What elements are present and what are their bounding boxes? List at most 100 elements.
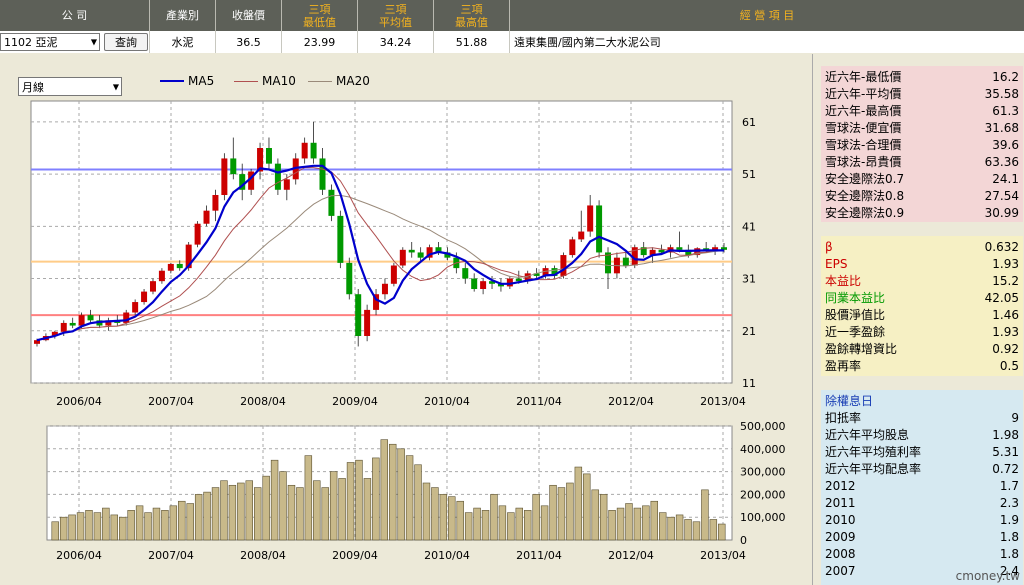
price-stat-value: 30.99 xyxy=(984,206,1019,220)
valuation-value: 0.92 xyxy=(992,342,1019,356)
price-stat-label: 近六年-最高價 xyxy=(825,104,902,118)
dividend-label: 近六年平均股息 xyxy=(825,428,910,442)
candle-body xyxy=(230,158,237,175)
valuation-row: EPS 1.93 xyxy=(825,256,1019,273)
valuation-box: β 0.632 EPS 1.93 本益比 15.2 同業本益比 42.05 股價淨值比 1.46 近… xyxy=(821,236,1023,376)
price-plot-area xyxy=(30,100,733,384)
price-stat-value: 27.54 xyxy=(984,189,1019,203)
dividend-row: 2011 2.3 xyxy=(825,495,1019,512)
volume-bar xyxy=(313,480,321,541)
legend-ma5-label: MA5 xyxy=(188,74,215,88)
valuation-value: 1.93 xyxy=(992,325,1019,339)
dividend-row: 近六年平均配息率 0.72 xyxy=(825,461,1019,478)
stock-selector[interactable]: 1102 亞泥 ▼ xyxy=(0,33,100,51)
valuation-row: 近一季盈餘 1.93 xyxy=(825,324,1019,341)
volume-bar xyxy=(270,459,279,541)
price-stat-label: 安全邊際法0.7 xyxy=(825,172,905,186)
volume-y-tick: 300,000 xyxy=(740,466,786,479)
volume-bar xyxy=(718,523,726,541)
valuation-label: 本益比 xyxy=(825,274,862,288)
dividend-label: 扣抵率 xyxy=(825,411,862,425)
candle-body xyxy=(337,215,344,263)
candle-body xyxy=(265,148,272,164)
valuation-value: 0.5 xyxy=(999,359,1019,373)
query-button[interactable]: 查詢 xyxy=(104,33,148,51)
valuation-value: 1.46 xyxy=(992,308,1019,322)
candle-body xyxy=(596,205,603,253)
volume-bar xyxy=(574,466,583,541)
price-stat-row: 近六年-平均價 35.58 xyxy=(825,86,1019,103)
header-business-label: 經 營 項 目 xyxy=(739,9,795,22)
header-close: 收盤價 xyxy=(216,0,282,31)
legend-ma20-label: MA20 xyxy=(336,74,370,88)
dividend-value: 2.3 xyxy=(999,496,1019,510)
candle-body xyxy=(364,309,371,336)
valuation-label: 近一季盈餘 xyxy=(825,325,886,339)
volume-bar xyxy=(422,482,431,541)
volume-bar xyxy=(380,439,388,541)
volume-bar xyxy=(388,443,397,541)
volume-bar xyxy=(68,514,76,541)
price-y-tick: 51 xyxy=(742,168,756,181)
candle-body xyxy=(399,249,406,266)
stock-high3: 51.88 xyxy=(434,31,510,53)
dividend-label: 近六年平均殖利率 xyxy=(825,445,922,459)
ma10-line-icon xyxy=(234,80,258,82)
header-low3: 三項 最低值 xyxy=(282,0,358,31)
price-x-tick: 2008/04 xyxy=(240,395,286,408)
volume-bar xyxy=(203,491,211,541)
price-stats-box: 近六年-最低價 16.2 近六年-平均價 35.58 近六年-最高價 61.3 雪球法-便宜… xyxy=(821,66,1023,222)
legend-ma10: MA10 xyxy=(234,74,296,88)
valuation-label: 股價淨值比 xyxy=(825,308,886,322)
valuation-row: 股價淨值比 1.46 xyxy=(825,307,1019,324)
volume-bar xyxy=(119,516,127,541)
price-y-tick: 21 xyxy=(742,325,756,338)
dividend-label: 2009 xyxy=(825,530,856,544)
volume-x-tick: 2012/04 xyxy=(608,549,654,562)
volume-bar xyxy=(228,484,237,541)
volume-bar xyxy=(194,494,203,541)
dividend-row: 近六年平均股息 1.98 xyxy=(825,427,1019,444)
price-stat-value: 16.2 xyxy=(992,70,1019,84)
dividend-row: 近六年平均殖利率 5.31 xyxy=(825,444,1019,461)
volume-bar xyxy=(414,464,422,541)
volume-bar xyxy=(684,519,692,541)
candle-body xyxy=(212,195,219,211)
price-stat-row: 近六年-最高價 61.3 xyxy=(825,103,1019,120)
stock-close: 36.5 xyxy=(216,31,282,53)
volume-bar xyxy=(169,505,178,541)
volume-x-tick: 2010/04 xyxy=(424,549,470,562)
dividend-row: 2012 1.7 xyxy=(825,478,1019,495)
price-stat-label: 雪球法-昂貴價 xyxy=(825,155,902,169)
candle-body xyxy=(158,270,165,282)
valuation-label: EPS xyxy=(825,257,848,271)
volume-bar xyxy=(464,512,473,541)
dividend-value: 5.31 xyxy=(992,445,1019,459)
volume-bar xyxy=(498,505,507,541)
dividend-label: 2008 xyxy=(825,547,856,561)
volume-bar xyxy=(448,496,456,541)
price-y-tick: 41 xyxy=(742,220,756,233)
volume-bar xyxy=(135,505,144,541)
volume-bar xyxy=(338,478,346,541)
volume-bar xyxy=(709,519,718,541)
price-x-tick: 2010/04 xyxy=(424,395,470,408)
volume-bar xyxy=(346,462,355,541)
volume-bar xyxy=(439,494,448,541)
volume-bar xyxy=(616,507,625,541)
dividend-value: 1.9 xyxy=(999,513,1019,527)
volume-bar xyxy=(372,457,380,541)
header-close-label: 收盤價 xyxy=(232,9,265,22)
volume-bar xyxy=(211,487,220,541)
candle-body xyxy=(60,322,67,332)
price-stat-value: 63.36 xyxy=(984,155,1019,169)
legend-ma10-label: MA10 xyxy=(262,74,296,88)
volume-bar xyxy=(85,510,93,541)
period-select[interactable]: 月線 ▼ xyxy=(18,77,122,96)
stock-selector-value: 1102 亞泥 xyxy=(4,36,58,49)
candle-body xyxy=(390,265,397,284)
volume-bar xyxy=(178,500,186,541)
dividend-value: 0.72 xyxy=(992,462,1019,476)
volume-bar xyxy=(557,487,566,541)
dividend-title-label: 除權息日 xyxy=(825,394,874,408)
